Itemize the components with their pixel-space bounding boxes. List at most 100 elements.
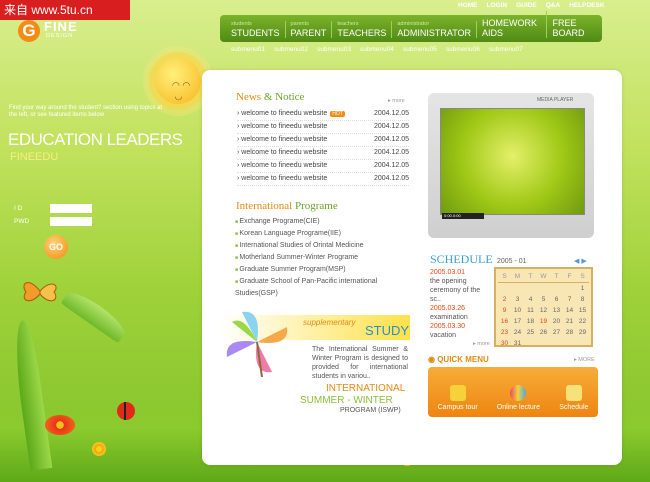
calendar-day[interactable]: 12	[537, 305, 550, 316]
schedule-more-link[interactable]: ▸ more	[473, 341, 490, 347]
nav-free-board[interactable]: free board FREE BOARD	[547, 11, 602, 38]
news-item[interactable]: › welcome to fineedu website 2004.12.05	[237, 160, 409, 173]
submenu-item[interactable]: submenu05	[403, 46, 437, 53]
calendar-day[interactable]: 1	[576, 283, 589, 295]
nav-students[interactable]: students STUDENTS	[226, 21, 286, 38]
password-input[interactable]	[50, 217, 92, 226]
quick-campus-tour[interactable]: Campus tour	[438, 385, 478, 411]
calendar-day[interactable]: 2	[498, 294, 511, 305]
calendar-day[interactable]: 28	[563, 327, 576, 338]
calendar-day[interactable]: 25	[524, 327, 537, 338]
id-input[interactable]	[50, 204, 92, 213]
calendar-day[interactable]: 8	[576, 294, 589, 305]
calendar-day[interactable]: 5	[537, 294, 550, 305]
calendar-day[interactable]	[563, 338, 576, 349]
next-month-icon[interactable]: ▶	[581, 258, 586, 265]
logo-sub: DESIGN	[46, 33, 74, 39]
go-button[interactable]: GO	[44, 235, 68, 259]
calendar-day[interactable]	[524, 338, 537, 349]
calendar-day[interactable]: 17	[511, 316, 524, 327]
news-more-link[interactable]: ▸ more	[388, 98, 405, 104]
calendar-day[interactable]	[576, 338, 589, 349]
news-item[interactable]: › welcome to fineedu website HOT 2004.12.0…	[237, 108, 409, 121]
calendar-day[interactable]: 10	[511, 305, 524, 316]
calendar-day[interactable]: 24	[511, 327, 524, 338]
program-item[interactable]: Exchange Programe(CIE)	[235, 216, 407, 228]
link-guide[interactable]: GUIDE	[516, 2, 537, 9]
calendar-day[interactable]: 19	[537, 316, 550, 327]
pwd-label: PWD	[14, 218, 30, 225]
calendar-day[interactable]	[537, 338, 550, 349]
submenu-item[interactable]: submenu01	[231, 46, 265, 53]
calendar-day[interactable]: 21	[563, 316, 576, 327]
schedule-text[interactable]: examination	[430, 313, 492, 322]
nav-administrator[interactable]: administrator ADMINISTRATOR	[392, 21, 478, 38]
news-item[interactable]: › welcome to fineedu website 2004.12.05	[237, 147, 409, 160]
nav-teachers[interactable]: teachers TEACHERS	[332, 21, 393, 38]
news-item[interactable]: › welcome to fineedu website 2004.12.05	[237, 121, 409, 134]
calendar-day[interactable]: 29	[576, 327, 589, 338]
calendar-day[interactable]	[550, 338, 563, 349]
media-time: 0:00.0:00	[442, 213, 484, 219]
news-item[interactable]: › welcome to fineedu website 2004.12.05	[237, 134, 409, 147]
calendar-day[interactable]: 30	[498, 338, 511, 349]
calendar-day[interactable]: 18	[524, 316, 537, 327]
prev-month-icon[interactable]: ◀	[574, 258, 579, 265]
news-date: 2004.12.05	[373, 136, 409, 143]
quick-more-link[interactable]: ▸ MORE	[574, 357, 595, 363]
submenu-item[interactable]: submenu03	[317, 46, 351, 53]
calendar-day[interactable]: 26	[537, 327, 550, 338]
submenu-bar: submenu01 submenu02 submenu03 submenu04 …	[231, 46, 523, 53]
nav-homework-aids[interactable]: homework aids HOMEWORK AIDS	[477, 11, 548, 38]
calendar-day[interactable]: 7	[563, 294, 576, 305]
quick-schedule[interactable]: Schedule	[559, 385, 588, 411]
calendar-day[interactable]: 13	[550, 305, 563, 316]
calendar-day[interactable]: 27	[550, 327, 563, 338]
program-item[interactable]: Korean Language Programe(IIE)	[235, 228, 407, 240]
submenu-item[interactable]: submenu02	[274, 46, 308, 53]
logo-icon[interactable]: G	[18, 20, 40, 42]
media-screen[interactable]	[440, 108, 585, 215]
nav-parent[interactable]: parents PARENT	[286, 21, 333, 38]
schedule-text[interactable]: the opening ceremony of the sc..	[430, 277, 492, 304]
schedule-date: 2005.03.26	[430, 305, 466, 312]
supplementary-text[interactable]: The International Summer & Winter Progra…	[312, 345, 408, 381]
program-item[interactable]: International Studies of Orintal Medicin…	[235, 240, 407, 252]
pinwheel-icon	[226, 311, 288, 377]
calendar-day[interactable]	[498, 283, 511, 295]
calendar-day[interactable]: 6	[550, 294, 563, 305]
calendar-day[interactable]: 23	[498, 327, 511, 338]
program-item[interactable]: Graduate School of Pan-Pacific internati…	[235, 276, 407, 299]
calendar-day[interactable]: 14	[563, 305, 576, 316]
link-helpdesk[interactable]: HELPDESK	[569, 2, 604, 9]
calendar-day[interactable]	[524, 283, 537, 295]
quick-label: Schedule	[559, 404, 589, 411]
submenu-item[interactable]: submenu04	[360, 46, 394, 53]
calendar-day[interactable]: 15	[576, 305, 589, 316]
program-item[interactable]: Graduate Summer Program(MSP)	[235, 264, 407, 276]
submenu-item[interactable]: submenu07	[489, 46, 523, 53]
calendar-day[interactable]: 16	[498, 316, 511, 327]
calendar-day[interactable]	[537, 283, 550, 295]
hot-badge: HOT	[330, 111, 345, 117]
day-name: F	[563, 271, 576, 283]
calendar-day[interactable]: 11	[524, 305, 537, 316]
link-qa[interactable]: Q&A	[546, 2, 560, 9]
link-login[interactable]: LOGIN	[487, 2, 508, 9]
calendar-day[interactable]: 22	[576, 316, 589, 327]
logo-name[interactable]: FINE	[44, 20, 78, 33]
news-item[interactable]: › welcome to fineedu website 2004.12.05	[237, 173, 409, 186]
calendar-day[interactable]: 31	[511, 338, 524, 349]
schedule-text[interactable]: vacation	[430, 331, 492, 340]
calendar-day[interactable]	[563, 283, 576, 295]
submenu-item[interactable]: submenu06	[446, 46, 480, 53]
program-item[interactable]: Motherland Summer-Winter Programe	[235, 252, 407, 264]
quick-online-lecture[interactable]: Online lecture	[497, 385, 540, 411]
calendar-day[interactable]: 4	[524, 294, 537, 305]
calendar-day[interactable]	[511, 283, 524, 295]
calendar-day[interactable]	[550, 283, 563, 295]
link-home[interactable]: HOME	[458, 2, 478, 9]
calendar-day[interactable]: 20	[550, 316, 563, 327]
calendar-day[interactable]: 9	[498, 305, 511, 316]
calendar-day[interactable]: 3	[511, 294, 524, 305]
